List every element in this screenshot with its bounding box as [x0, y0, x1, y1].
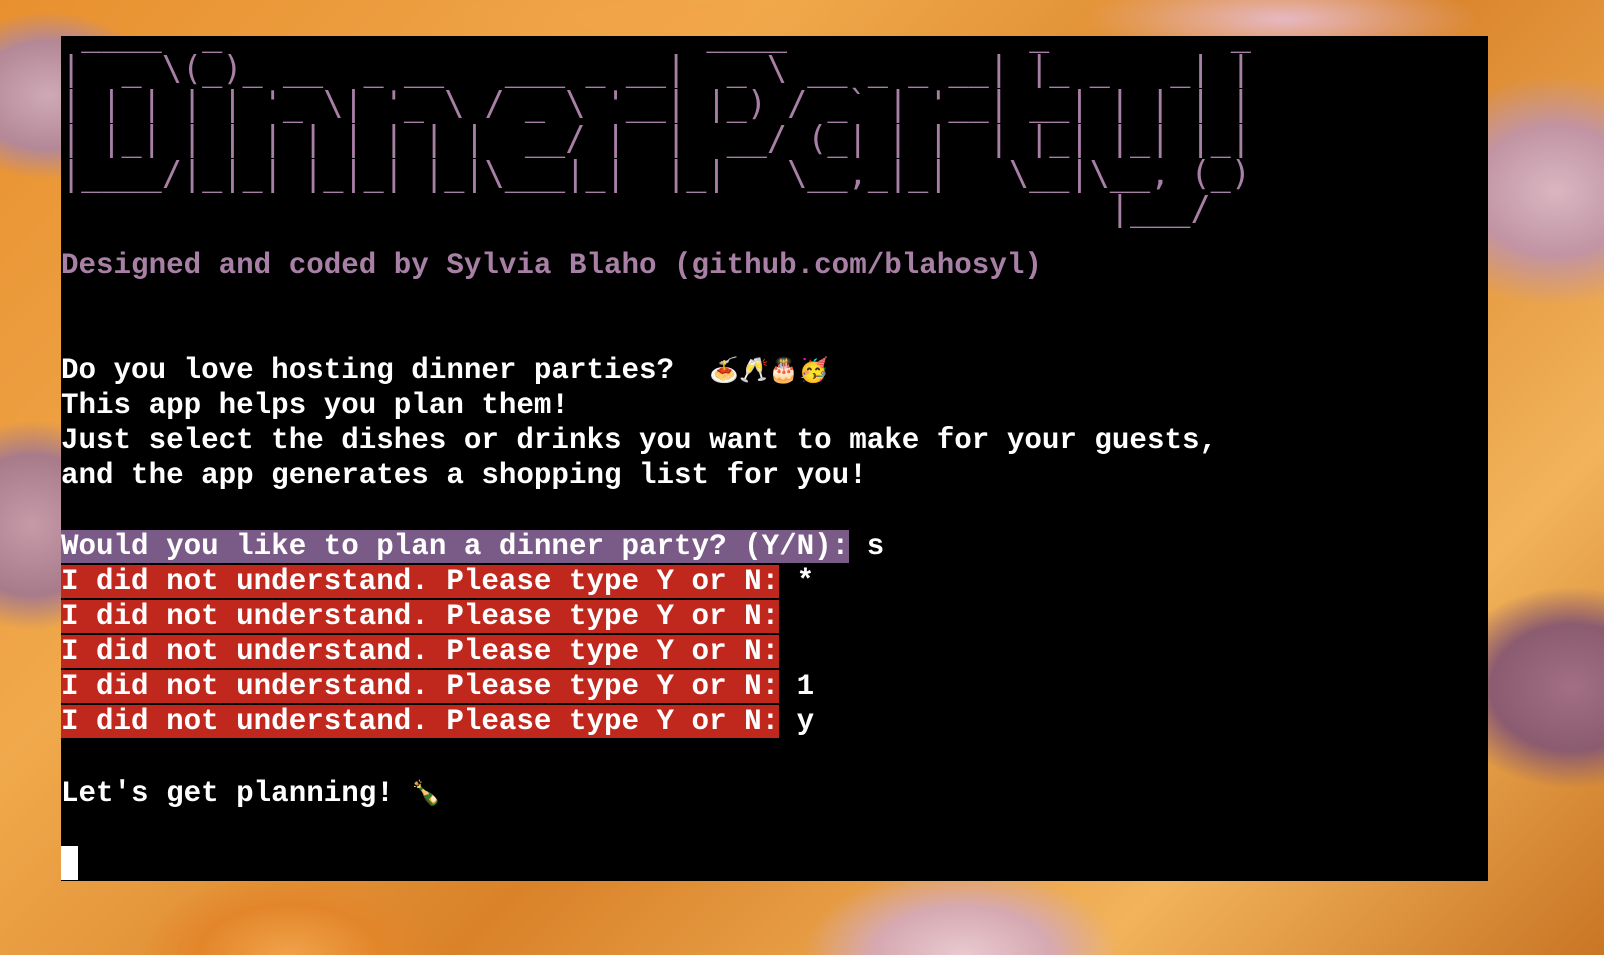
error-line-4: I did not understand. Please type Y or N…	[61, 669, 814, 704]
error-line-1: I did not understand. Please type Y or N…	[61, 564, 814, 599]
intro-line-1: Do you love hosting dinner parties? 🍝🥂🎂🥳	[61, 353, 829, 388]
error-message: I did not understand. Please type Y or N…	[61, 600, 780, 633]
error-message: I did not understand. Please type Y or N…	[61, 705, 780, 738]
error-message: I did not understand. Please type Y or N…	[61, 670, 780, 703]
error-line-3: I did not understand. Please type Y or N…	[61, 634, 780, 669]
plan-prompt: Would you like to plan a dinner party? (…	[61, 530, 850, 563]
plan-prompt-answer: s	[849, 530, 885, 563]
error-answer: y	[779, 705, 815, 738]
credit-line: Designed and coded by Sylvia Blaho (gith…	[61, 249, 1042, 282]
ascii-art-title: ____ _ ____ _ _ | _ \(_)_ __ _ __ ___ _ …	[61, 36, 1251, 228]
terminal-cursor[interactable]	[61, 846, 78, 880]
error-line-2: I did not understand. Please type Y or N…	[61, 599, 780, 634]
closing-text: Let's get planning!	[61, 777, 412, 810]
plan-prompt-line: Would you like to plan a dinner party? (…	[61, 529, 884, 564]
intro-line-3: Just select the dishes or drinks you wan…	[61, 424, 1218, 457]
intro-line-2: This app helps you plan them!	[61, 389, 569, 422]
terminal-window[interactable]: ____ _ ____ _ _ | _ \(_)_ __ _ __ ___ _ …	[61, 36, 1488, 881]
error-message: I did not understand. Please type Y or N…	[61, 635, 780, 668]
error-answer: *	[779, 565, 815, 598]
party-emojis: 🍝🥂🎂🥳	[709, 356, 829, 384]
intro-line-1-text: Do you love hosting dinner parties?	[61, 354, 710, 387]
desktop-background: { "terminal": { "title_ascii": " ____ _ …	[0, 0, 1604, 955]
error-message: I did not understand. Please type Y or N…	[61, 565, 780, 598]
error-line-5: I did not understand. Please type Y or N…	[61, 704, 814, 739]
error-answer: 1	[779, 670, 815, 703]
intro-line-4: and the app generates a shopping list fo…	[61, 459, 867, 492]
champagne-emoji: 🍾	[411, 779, 442, 807]
closing-line: Let's get planning! 🍾	[61, 776, 441, 811]
